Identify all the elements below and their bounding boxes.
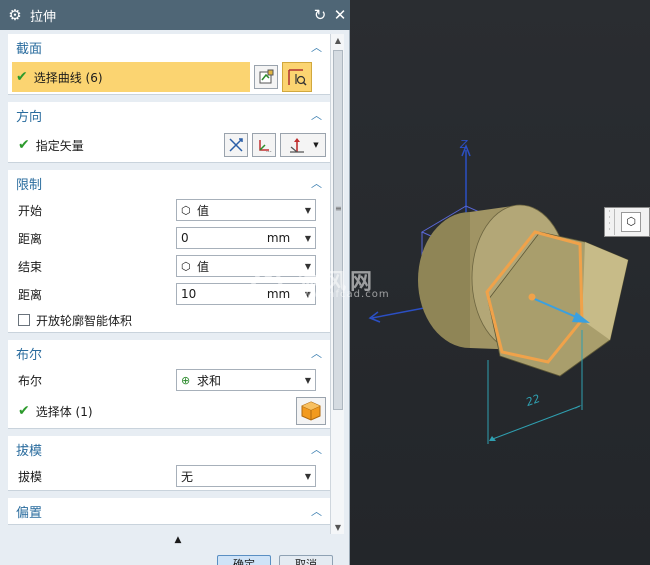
start-type-value: 值	[197, 203, 210, 218]
open-profile-row: 开放轮廓智能体积	[8, 308, 330, 332]
reset-icon[interactable]: ↻	[310, 6, 330, 24]
start-label: 开始	[18, 203, 43, 218]
svg-text:...: ...	[266, 147, 272, 153]
dynamic-input-handle[interactable]: · · · · ⬡	[604, 207, 650, 237]
draft-label: 拔模	[18, 469, 43, 484]
select-body-label: 选择体 (1)	[35, 404, 93, 419]
boolean-row: 布尔 ⊕ 求和 ▼	[8, 366, 330, 394]
value-cube-icon: ⬡	[181, 259, 191, 273]
vector-dialog-icon[interactable]: ...	[252, 133, 276, 157]
start-distance-unit: mm	[266, 231, 291, 245]
boolean-label: 布尔	[18, 373, 43, 388]
close-icon[interactable]: ✕	[330, 6, 350, 24]
select-curve-field[interactable]: ✔ 选择曲线 (6)	[12, 62, 250, 92]
offset-group-title: 偏置	[16, 505, 43, 521]
start-distance-row: 距离 0 mm ▼	[8, 224, 330, 252]
chevron-down-icon[interactable]: ▼	[305, 234, 311, 243]
direction-group: 方向 ︿ ✔ 指定矢量 ... ▼	[8, 102, 330, 163]
model-view	[368, 143, 629, 444]
value-cube-icon[interactable]: ⬡	[621, 212, 641, 232]
boolean-select[interactable]: ⊕ 求和 ▼	[176, 369, 316, 391]
scrollbar-grip-icon: ≡	[335, 204, 342, 213]
end-label: 结束	[18, 259, 43, 274]
offset-group-header[interactable]: 偏置 ︿	[8, 498, 330, 524]
section-group: 截面 ︿ ✔ 选择曲线 (6)	[8, 34, 330, 95]
chevron-up-icon[interactable]: ︿	[311, 503, 322, 519]
start-row: 开始 ⬡ 值 ▼	[8, 196, 330, 224]
watermark-logo	[248, 264, 284, 291]
direction-group-title: 方向	[16, 109, 43, 125]
reverse-direction-icon[interactable]	[224, 133, 248, 157]
chevron-down-icon: ▼	[304, 471, 311, 481]
watermark-url: www.mfcad.com	[294, 289, 390, 300]
start-distance-value: 0	[181, 231, 189, 245]
select-body-row: ✔ 选择体 (1)	[8, 394, 330, 428]
limits-group-header[interactable]: 限制 ︿	[8, 170, 330, 196]
section-group-title: 截面	[16, 41, 43, 57]
ok-button[interactable]: 确定	[217, 555, 271, 565]
chevron-up-icon[interactable]: ︿	[311, 39, 322, 55]
open-profile-checkbox[interactable]	[18, 314, 30, 326]
dialog-titlebar: ⚙ 拉伸 ↻ ✕	[0, 0, 350, 30]
end-distance-label: 距离	[18, 287, 43, 302]
chevron-up-icon[interactable]: ︿	[311, 107, 322, 123]
gear-icon[interactable]: ⚙	[0, 6, 30, 24]
chevron-down-icon: ▼	[304, 375, 311, 385]
limits-group: 限制 ︿ 开始 ⬡ 值 ▼ 距离 0 mm ▼ 结束 ⬡ 值 ▼ 距离 10 m…	[8, 170, 330, 333]
select-curve-label: 选择曲线 (6)	[33, 70, 103, 85]
value-cube-icon: ⬡	[181, 203, 191, 217]
solid-body-icon[interactable]	[296, 397, 326, 425]
chevron-up-icon[interactable]: ︿	[311, 441, 322, 457]
chevron-up-icon[interactable]: ︿	[311, 345, 322, 361]
check-icon: ✔	[18, 403, 30, 419]
boolean-group: 布尔 ︿ 布尔 ⊕ 求和 ▼ ✔ 选择体 (1)	[8, 340, 330, 429]
limits-group-title: 限制	[16, 177, 43, 193]
z-axis-label: Z	[460, 138, 468, 151]
direction-origin-point	[528, 293, 536, 301]
section-group-header[interactable]: 截面 ︿	[8, 34, 330, 60]
chevron-up-icon[interactable]: ︿	[311, 175, 322, 191]
specify-vector-label: 指定矢量	[35, 138, 84, 153]
dimension-line	[489, 405, 581, 441]
check-icon: ✔	[18, 137, 30, 153]
dialog-buttons: 确定 取消	[217, 555, 333, 565]
unite-icon: ⊕	[181, 373, 191, 387]
boolean-value: 求和	[197, 373, 222, 388]
specify-vector-row: ✔ 指定矢量 ... ▼	[8, 128, 330, 162]
chevron-down-icon: ▼	[304, 205, 311, 215]
draft-group-title: 拔模	[16, 443, 43, 459]
boolean-group-title: 布尔	[16, 347, 43, 363]
sketch-section-icon[interactable]	[254, 65, 278, 89]
dialog-title: 拉伸	[30, 9, 57, 25]
drag-grip-icon[interactable]: · · · ·	[605, 208, 615, 235]
draft-group-header[interactable]: 拔模 ︿	[8, 436, 330, 462]
boolean-group-header[interactable]: 布尔 ︿	[8, 340, 330, 366]
offset-group: 偏置 ︿	[8, 498, 330, 525]
cancel-button[interactable]: 取消	[279, 555, 333, 565]
collapse-toggle[interactable]: ▲	[8, 535, 348, 547]
start-distance-label: 距离	[18, 231, 43, 246]
check-icon: ✔	[16, 69, 28, 85]
draft-value: 无	[181, 469, 194, 484]
draft-select[interactable]: 无 ▼	[176, 465, 316, 487]
vector-type-dropdown[interactable]: ▼	[280, 133, 326, 157]
draft-row: 拔模 无 ▼	[8, 462, 330, 490]
scrollbar-thumb[interactable]	[333, 50, 343, 410]
start-distance-input[interactable]: 0 mm ▼	[176, 227, 316, 249]
graphics-viewport[interactable]: Z 22	[350, 0, 650, 565]
select-curve-row: ✔ 选择曲线 (6)	[12, 60, 326, 94]
direction-group-header[interactable]: 方向 ︿	[8, 102, 330, 128]
scroll-down-icon[interactable]: ▼	[331, 523, 345, 532]
curve-selection-icon[interactable]	[282, 62, 312, 92]
start-type-select[interactable]: ⬡ 值 ▼	[176, 199, 316, 221]
open-profile-label: 开放轮廓智能体积	[36, 313, 133, 328]
draft-group: 拔模 ︿ 拔模 无 ▼	[8, 436, 330, 491]
scroll-up-icon[interactable]: ▲	[331, 36, 345, 45]
